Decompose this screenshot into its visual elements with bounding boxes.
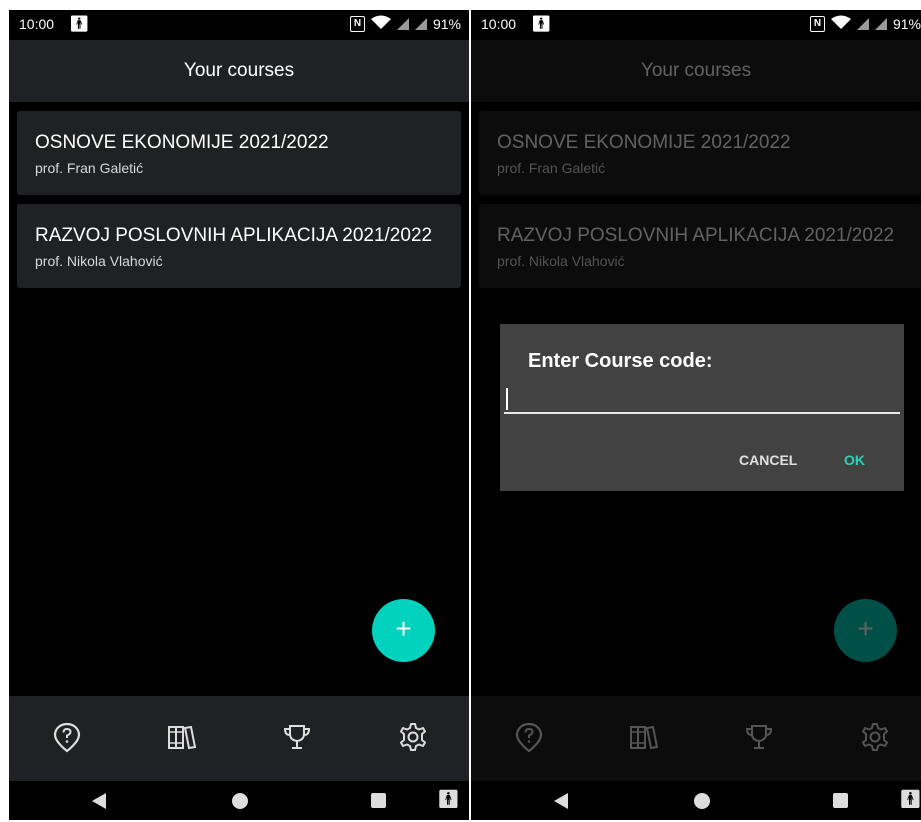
app-bar: Your courses: [9, 40, 469, 102]
course-professor: prof. Nikola Vlahović: [35, 253, 163, 269]
back-icon[interactable]: [92, 793, 106, 809]
library-icon[interactable]: [165, 720, 199, 754]
battery-percent: 91%: [432, 15, 461, 32]
signal-icon-1: [856, 17, 869, 30]
battery-percent: 91%: [892, 15, 921, 32]
course-title: OSNOVE EKONOMIJE 2021/2022: [35, 132, 329, 153]
dialog-title: Enter Course code:: [528, 350, 713, 372]
course-professor: prof. Fran Galetić: [35, 160, 144, 176]
recent-apps-icon[interactable]: [833, 793, 848, 808]
wifi-icon: [370, 15, 391, 32]
settings-icon[interactable]: [396, 720, 430, 754]
home-icon[interactable]: [232, 793, 248, 809]
page-title: Your courses: [183, 60, 295, 81]
nfc-icon: N: [809, 15, 825, 32]
accessibility-icon[interactable]: 🚹︎: [899, 789, 921, 810]
status-time: 10:00: [481, 16, 517, 32]
course-title: RAZVOJ POSLOVNIH APLIKACIJA 2021/2022: [35, 225, 433, 246]
course-code-input[interactable]: [504, 384, 900, 414]
recent-apps-icon[interactable]: [371, 793, 386, 808]
status-bar: 10:00 🚹︎ N 91%: [9, 10, 469, 40]
location-help-icon[interactable]: [50, 720, 84, 754]
back-icon[interactable]: [554, 793, 568, 809]
course-code-dialog: Enter Course code: CANCEL OK: [500, 324, 904, 491]
ok-button[interactable]: OK: [844, 452, 865, 468]
trophy-icon[interactable]: [280, 720, 314, 754]
system-navigation-bar: 🚹︎: [471, 781, 921, 820]
system-navigation-bar: 🚹︎: [9, 781, 469, 820]
signal-icon-1: [396, 17, 409, 30]
wifi-icon: [830, 15, 851, 32]
status-time: 10:00: [19, 16, 55, 32]
signal-icon-2: [874, 17, 887, 30]
status-right-icons: N 91%: [349, 15, 461, 32]
text-cursor: [506, 388, 508, 410]
nfc-icon: N: [349, 15, 365, 32]
bottom-navigation: [9, 696, 469, 781]
phone-screen-courses: 10:00 🚹︎ N 91% Your courses OSNOVE EKONO…: [9, 10, 469, 820]
signal-icon-2: [414, 17, 427, 30]
status-right-icons: N 91%: [809, 15, 921, 32]
add-course-button[interactable]: +: [372, 599, 435, 662]
course-card[interactable]: RAZVOJ POSLOVNIH APLIKACIJA 2021/2022 pr…: [17, 204, 461, 288]
home-icon[interactable]: [694, 793, 710, 809]
accessibility-icon[interactable]: 🚹︎: [437, 789, 460, 810]
accessibility-icon: 🚹︎: [531, 16, 552, 33]
phone-screen-dialog: 10:00 🚹︎ N 91% Your courses OSNOVE EKONO…: [471, 10, 921, 820]
accessibility-icon: 🚹︎: [69, 16, 90, 33]
course-card[interactable]: OSNOVE EKONOMIJE 2021/2022 prof. Fran Ga…: [17, 111, 461, 195]
status-bar: 10:00 🚹︎ N 91%: [471, 10, 921, 40]
cancel-button[interactable]: CANCEL: [739, 452, 797, 468]
